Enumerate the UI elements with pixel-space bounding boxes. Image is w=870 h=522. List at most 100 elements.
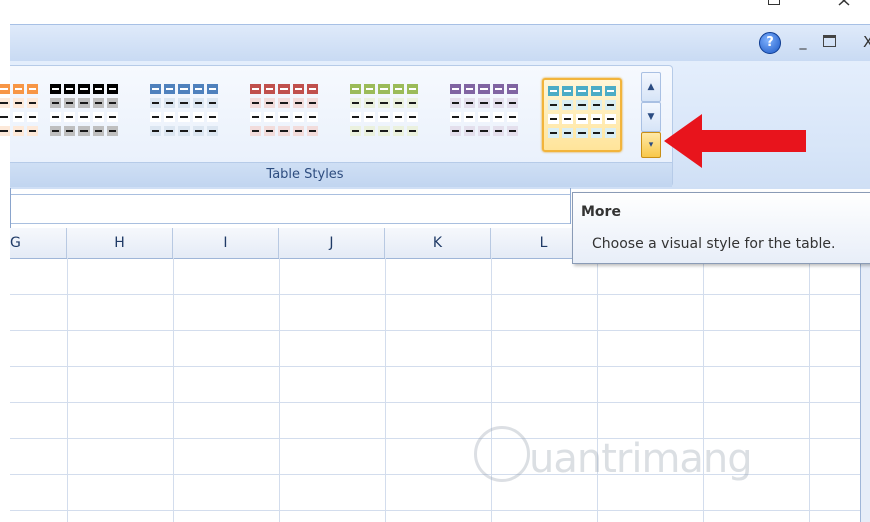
swatch-row (150, 84, 219, 94)
swatch-cell (292, 98, 304, 108)
swatch-cell (26, 112, 39, 122)
swatch-cell (50, 126, 62, 136)
swatch-cell (548, 114, 560, 124)
gallery-more-button[interactable]: ▾ (641, 132, 661, 158)
gallery-scroll-up-button[interactable]: ▲ (641, 72, 661, 102)
swatch-cell (406, 98, 419, 108)
swatch-cell (64, 112, 76, 122)
table-style-swatch-blue[interactable] (146, 78, 222, 148)
swatch-cell (450, 98, 462, 108)
grid-column-line (385, 258, 386, 522)
swatch-row (450, 84, 519, 94)
swatch-cell (178, 98, 190, 108)
swatch-cell (406, 84, 419, 94)
system-close-icon[interactable] (838, 0, 850, 6)
swatch-row (450, 126, 519, 136)
swatch-cell (250, 112, 262, 122)
swatch-cell (492, 126, 504, 136)
swatch-cell (92, 84, 104, 94)
swatch-row (548, 128, 617, 138)
swatch-cell (406, 126, 419, 136)
window-top-strip (0, 0, 870, 24)
swatch-cell (378, 126, 390, 136)
swatch-cell (604, 114, 617, 124)
grid-row-line (10, 330, 860, 331)
swatch-cell (364, 126, 376, 136)
swatch-cell (464, 112, 476, 122)
swatch-row (450, 112, 519, 122)
swatch-cell (264, 84, 276, 94)
swatch-cell (576, 100, 588, 110)
swatch-cell (106, 98, 119, 108)
swatch-cell (92, 98, 104, 108)
table-style-swatch-green[interactable] (346, 78, 422, 148)
swatch-cell (92, 112, 104, 122)
swatch-cell (306, 84, 319, 94)
more-tooltip: More Choose a visual style for the table… (572, 192, 870, 264)
swatch-cell (548, 86, 560, 96)
swatch-cell (278, 126, 290, 136)
table-styles-gallery: ▲ ▼ ▾ Table Styles (0, 65, 673, 187)
swatch-cell (590, 128, 602, 138)
swatch-cell (78, 98, 90, 108)
swatch-cell (264, 112, 276, 122)
restore-button[interactable] (823, 35, 836, 47)
table-style-swatch-orange-partial[interactable] (0, 78, 42, 148)
swatch-cell (12, 84, 24, 94)
swatch-cell (26, 126, 39, 136)
swatch-cell (292, 84, 304, 94)
swatch-row (548, 100, 617, 110)
swatch-cell (392, 112, 404, 122)
vertical-scrollbar[interactable] (860, 262, 870, 522)
swatch-row (350, 98, 419, 108)
column-header-i[interactable]: I (173, 228, 279, 258)
column-header-k[interactable]: K (385, 228, 491, 258)
swatch-cell (150, 98, 162, 108)
swatch-cell (392, 98, 404, 108)
table-style-swatch-aqua[interactable] (542, 78, 622, 152)
table-style-swatch-black[interactable] (46, 78, 122, 148)
column-header-h[interactable]: H (67, 228, 173, 258)
help-icon[interactable]: ? (759, 32, 781, 54)
swatch-cell (292, 112, 304, 122)
title-bar: ? _ X (10, 24, 870, 62)
swatch-cell (378, 84, 390, 94)
close-button[interactable]: X (863, 31, 870, 53)
swatch-cell (192, 112, 204, 122)
table-style-swatch-purple[interactable] (446, 78, 522, 148)
swatch-cell (12, 112, 24, 122)
swatch-cell (292, 126, 304, 136)
swatch-cell (64, 98, 76, 108)
swatch-cell (364, 98, 376, 108)
swatch-cell (506, 84, 519, 94)
swatch-cell (306, 112, 319, 122)
tooltip-title: More (581, 204, 621, 220)
swatch-cell (0, 98, 10, 108)
watermark: uantrimang (474, 420, 794, 500)
grid-column-line (809, 258, 810, 522)
column-header-g[interactable]: G (10, 228, 67, 258)
grid-row-line (10, 402, 860, 403)
swatch-cell (392, 126, 404, 136)
swatch-row (350, 84, 419, 94)
column-header-j[interactable]: J (279, 228, 385, 258)
swatch-cell (590, 100, 602, 110)
gallery-scroll-down-button[interactable]: ▼ (641, 102, 661, 132)
swatch-row (250, 98, 319, 108)
swatch-cell (378, 112, 390, 122)
system-restore-icon[interactable] (768, 0, 780, 5)
formula-bar[interactable] (10, 194, 570, 224)
table-style-swatch-red[interactable] (246, 78, 322, 148)
swatch-cell (192, 84, 204, 94)
swatch-cell (250, 84, 262, 94)
swatch-cell (64, 84, 76, 94)
swatch-cell (150, 126, 162, 136)
formula-bar-divider (570, 188, 571, 224)
swatch-cell (206, 98, 219, 108)
swatch-cell (106, 84, 119, 94)
swatch-cell (350, 126, 362, 136)
swatch-cell (206, 112, 219, 122)
swatch-cell (478, 112, 490, 122)
swatch-cell (506, 126, 519, 136)
minimize-button[interactable]: _ (794, 31, 812, 53)
